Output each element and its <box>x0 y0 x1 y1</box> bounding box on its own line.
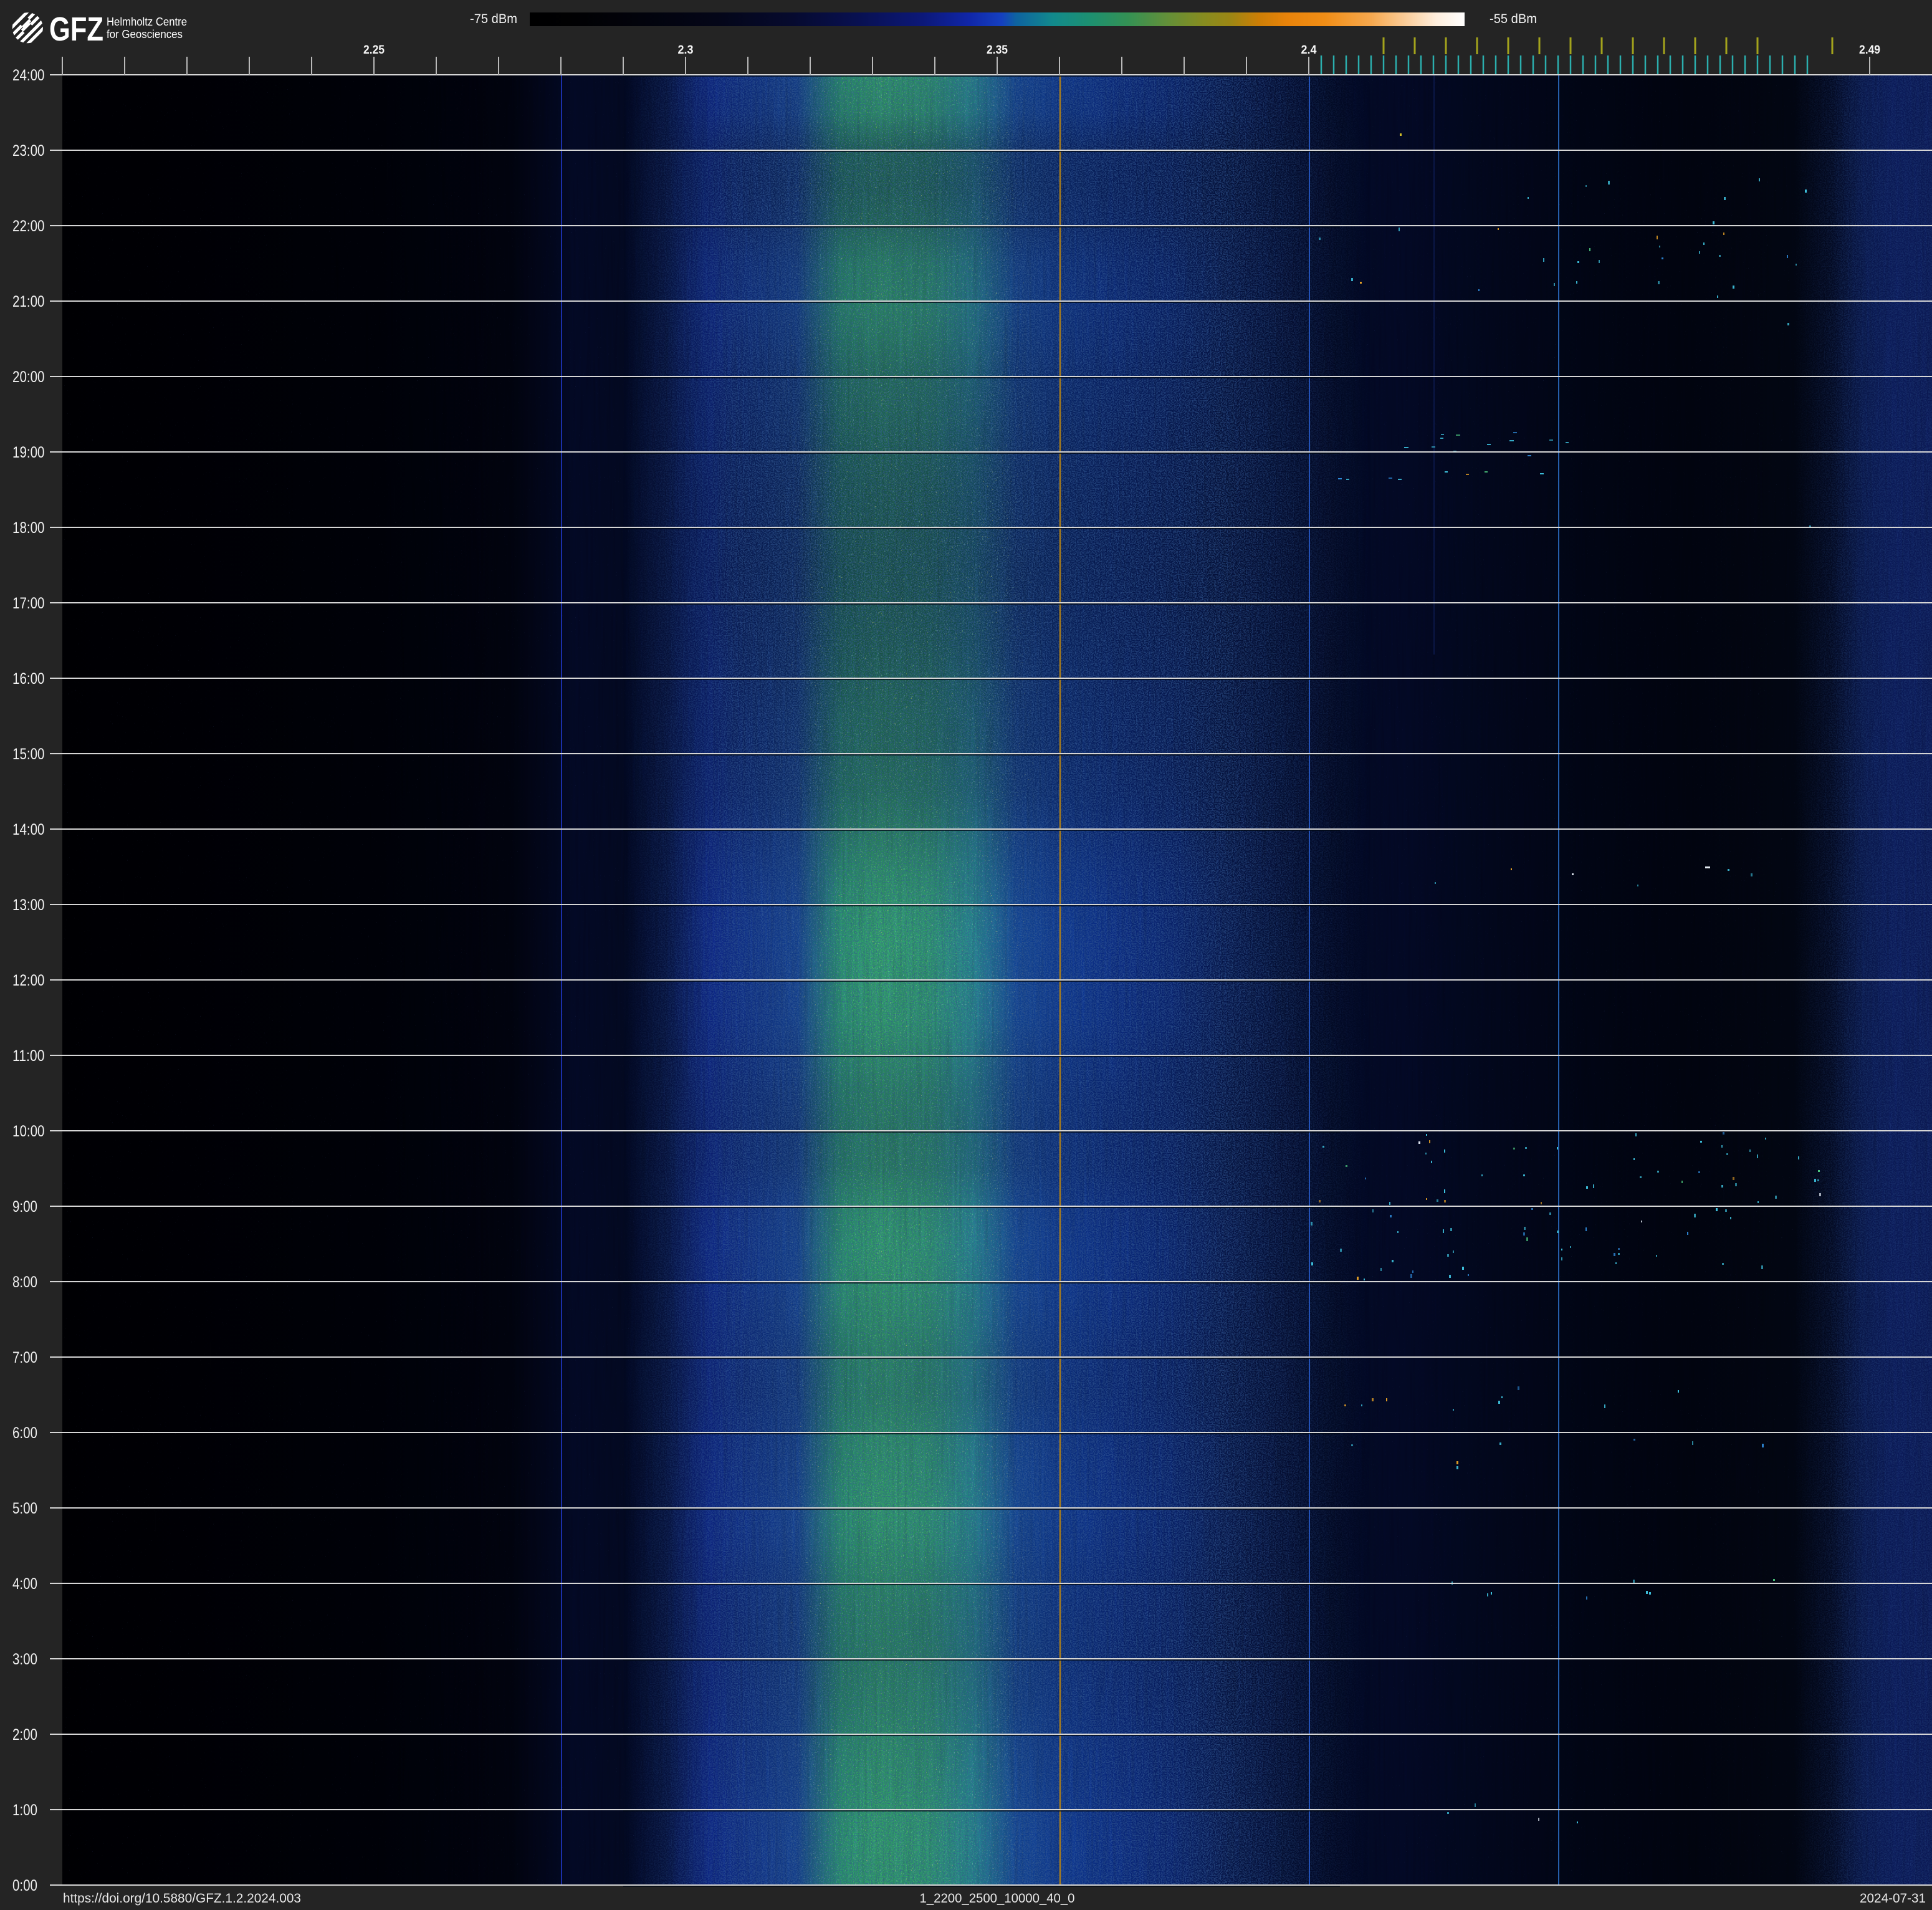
svg-text:17:00: 17:00 <box>12 595 45 612</box>
svg-text:Helmholtz Centre: Helmholtz Centre <box>107 15 187 28</box>
svg-text:15:00: 15:00 <box>12 746 45 763</box>
svg-text:8:00: 8:00 <box>12 1274 37 1291</box>
svg-text:20:00: 20:00 <box>12 368 45 386</box>
svg-text:23:00: 23:00 <box>12 142 45 160</box>
svg-text:2.3: 2.3 <box>678 44 694 57</box>
svg-text:11:00: 11:00 <box>12 1047 45 1065</box>
svg-text:1:00: 1:00 <box>12 1802 37 1819</box>
svg-text:3:00: 3:00 <box>12 1651 37 1668</box>
svg-text:14:00: 14:00 <box>12 821 45 838</box>
svg-text:2.4: 2.4 <box>1301 44 1317 57</box>
svg-text:2.49: 2.49 <box>1859 44 1880 57</box>
svg-text:5:00: 5:00 <box>12 1500 37 1517</box>
svg-text:10:00: 10:00 <box>12 1123 45 1140</box>
svg-text:12:00: 12:00 <box>12 972 45 989</box>
svg-text:16:00: 16:00 <box>12 670 45 688</box>
svg-text:7:00: 7:00 <box>12 1349 37 1366</box>
svg-text:2.35: 2.35 <box>987 44 1008 57</box>
svg-text:GFZ: GFZ <box>49 11 103 48</box>
svg-text:2.25: 2.25 <box>363 44 385 57</box>
svg-text:4:00: 4:00 <box>12 1575 37 1593</box>
svg-text:9:00: 9:00 <box>12 1198 37 1216</box>
svg-text:19:00: 19:00 <box>12 444 45 461</box>
svg-text:2:00: 2:00 <box>12 1726 37 1744</box>
svg-text:18:00: 18:00 <box>12 519 45 537</box>
svg-text:https://doi.org/10.5880/GFZ.1.: https://doi.org/10.5880/GFZ.1.2.2024.003 <box>63 1891 301 1906</box>
svg-text:22:00: 22:00 <box>12 218 45 235</box>
svg-text:24:00: 24:00 <box>12 67 45 84</box>
svg-text:6:00: 6:00 <box>12 1424 37 1442</box>
svg-text:-55 dBm: -55 dBm <box>1490 11 1537 26</box>
svg-text:1_2200_2500_10000_40_0: 1_2200_2500_10000_40_0 <box>920 1891 1075 1906</box>
svg-text:13:00: 13:00 <box>12 896 45 914</box>
svg-text:for Geosciences: for Geosciences <box>107 27 183 41</box>
svg-text:0:00: 0:00 <box>12 1877 37 1894</box>
svg-text:-75 dBm: -75 dBm <box>470 11 517 26</box>
svg-text:2024-07-31: 2024-07-31 <box>1860 1891 1926 1906</box>
svg-text:21:00: 21:00 <box>12 293 45 310</box>
